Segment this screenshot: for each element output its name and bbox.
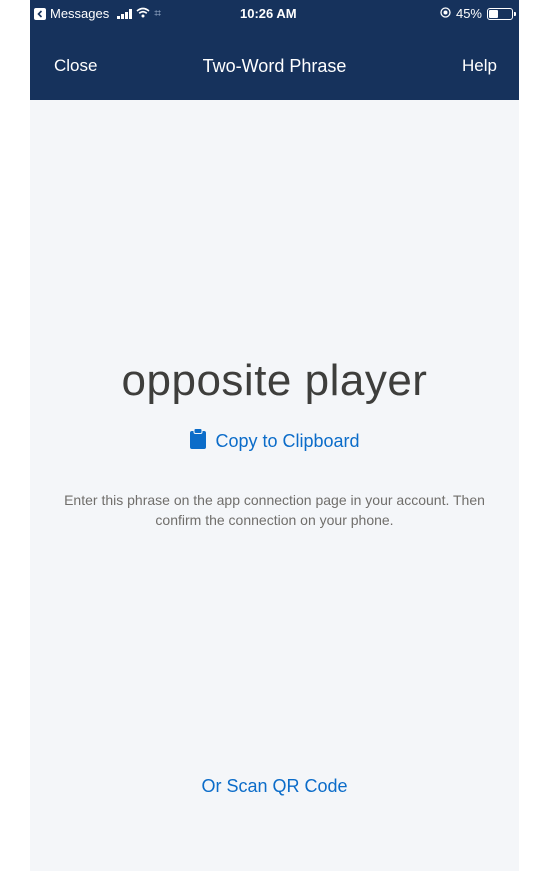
activity-icon: ⌗ bbox=[154, 6, 162, 20]
status-time: 10:26 AM bbox=[240, 6, 297, 21]
status-bar: Messages ⌗ 10:26 AM 45% bbox=[30, 0, 519, 30]
location-icon bbox=[440, 6, 451, 21]
wifi-icon bbox=[136, 6, 150, 21]
instructions-text: Enter this phrase on the app connection … bbox=[64, 492, 485, 528]
header: Messages ⌗ 10:26 AM 45% Close Two-Word P… bbox=[30, 0, 519, 100]
copy-to-clipboard-label[interactable]: Copy to Clipboard bbox=[215, 431, 359, 452]
back-to-app-label[interactable]: Messages bbox=[50, 6, 109, 21]
app-screen: Messages ⌗ 10:26 AM 45% Close Two-Word P… bbox=[30, 0, 519, 871]
battery-percent: 45% bbox=[455, 6, 482, 21]
nav-bar: Close Two-Word Phrase Help bbox=[30, 50, 519, 84]
clipboard-icon bbox=[189, 428, 207, 455]
status-bar-left: Messages ⌗ bbox=[34, 6, 161, 21]
battery-fill bbox=[489, 9, 498, 18]
copy-to-clipboard-content[interactable]: Copy to Clipboard bbox=[189, 428, 360, 455]
two-word-phrase: opposite player bbox=[121, 356, 428, 405]
battery-tip bbox=[514, 11, 516, 16]
back-to-app-icon[interactable] bbox=[34, 7, 46, 20]
status-bar-right: 45% bbox=[440, 6, 516, 21]
page-title: Two-Word Phrase bbox=[202, 56, 347, 76]
battery-icon bbox=[487, 7, 516, 20]
scan-qr-code-link[interactable]: Or Scan QR Code bbox=[30, 776, 519, 797]
help-button[interactable]: Help bbox=[462, 56, 497, 76]
copy-to-clipboard-button[interactable]: Copy to Clipboard bbox=[30, 428, 519, 455]
signal-bars-icon bbox=[117, 8, 133, 19]
